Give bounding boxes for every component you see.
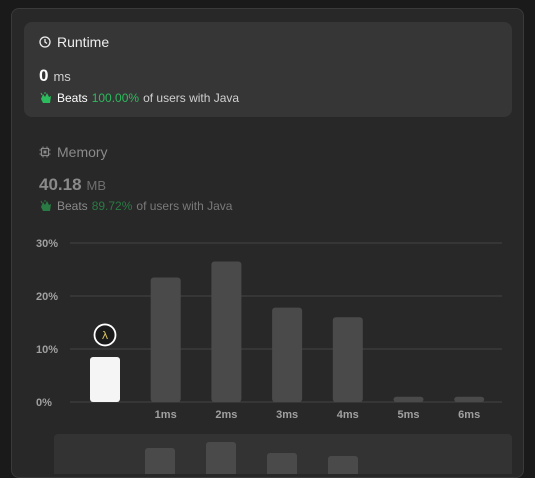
x-tick-label: 6ms <box>458 409 480 421</box>
y-tick-label: 0% <box>36 397 52 409</box>
x-tick-label: 5ms <box>397 409 419 421</box>
y-tick-label: 20% <box>36 291 58 303</box>
y-tick-label: 30% <box>36 238 58 250</box>
chart-bar[interactable] <box>393 396 424 402</box>
chart-bars[interactable] <box>90 261 485 402</box>
mini-distribution-preview[interactable] <box>54 434 512 474</box>
x-tick-label: 2ms <box>215 409 237 421</box>
mini-bar <box>267 453 297 474</box>
chart-bar[interactable] <box>332 317 363 402</box>
highlighted-bar[interactable] <box>90 356 120 402</box>
y-tick-label: 10% <box>36 344 58 356</box>
distribution-chart[interactable]: 30% 20% 10% 0% 1ms 2ms 3ms 4ms 5ms 6ms λ <box>12 9 524 429</box>
chart-bar[interactable] <box>211 261 242 402</box>
chart-bar[interactable] <box>150 277 181 402</box>
chart-marker: λ <box>93 323 117 347</box>
chart-bar[interactable] <box>272 307 303 402</box>
mini-bar <box>145 447 175 474</box>
submission-detail-panel: Runtime 0 ms Beats 100.00% of users with… <box>11 8 524 478</box>
mini-bar <box>206 442 236 474</box>
chart-bar[interactable] <box>454 396 485 402</box>
x-tick-label: 4ms <box>337 409 359 421</box>
x-tick-label: 3ms <box>276 409 298 421</box>
marker-glyph: λ <box>102 329 109 342</box>
x-tick-label: 1ms <box>155 409 177 421</box>
